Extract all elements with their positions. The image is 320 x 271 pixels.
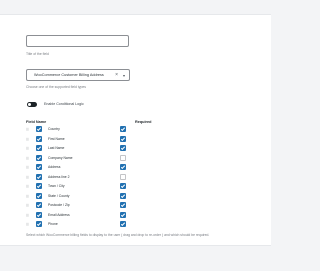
required-column-header: Required [135,120,152,124]
table-row[interactable]: ⠿ Country [26,126,136,133]
billing-fields-hint: Select which WooCommerce billing fields … [26,233,210,237]
field-name-label: Company Name [48,155,73,160]
field-type-selected-value: WooCommerce Customer Billing Address [34,73,104,77]
field-name-label: Town / City [48,184,65,188]
table-row[interactable]: ⠿ Address [26,164,136,171]
clear-icon[interactable]: × [115,72,118,78]
drag-handle-icon[interactable]: ⠿ [26,222,29,227]
field-enabled-checkbox[interactable] [36,192,42,199]
field-enabled-checkbox[interactable] [36,202,42,208]
field-enabled-checkbox[interactable] [36,135,42,142]
field-type-select[interactable]: WooCommerce Customer Billing Address × ▾ [26,69,130,81]
drag-handle-icon[interactable]: ⠿ [26,213,29,218]
drag-handle-icon[interactable]: ⠿ [26,194,29,199]
field-name-label: Address line 2 [48,174,70,179]
field-required-checkbox[interactable] [120,202,126,208]
conditional-logic-toggle[interactable] [27,102,37,107]
field-name-label: Address [48,165,61,169]
field-required-checkbox[interactable] [120,221,126,227]
field-name-label: State / County [48,193,70,198]
field-required-checkbox[interactable] [120,126,126,132]
chevron-down-icon[interactable]: ▾ [123,73,125,78]
field-required-checkbox[interactable] [120,173,126,180]
field-enabled-checkbox[interactable] [36,221,42,227]
drag-handle-icon[interactable]: ⠿ [26,156,29,161]
field-name-label: First Name [48,136,65,141]
field-enabled-checkbox[interactable] [36,173,42,180]
table-row[interactable]: ⠿ Address line 2 [26,173,136,181]
field-required-checkbox[interactable] [120,145,126,151]
field-type-hint: Choose one of the supported field types [26,85,86,89]
field-enabled-checkbox[interactable] [36,154,42,161]
drag-handle-icon[interactable]: ⠿ [26,146,29,151]
field-enabled-checkbox[interactable] [36,145,42,151]
drag-handle-icon[interactable]: ⠿ [26,137,29,142]
drag-handle-icon[interactable]: ⠿ [26,127,29,132]
table-row[interactable]: ⠿ Phone [26,221,136,228]
field-name-column-header: Field Name [26,120,47,124]
field-name-label: Email Address [48,212,70,217]
table-row[interactable]: ⠿ Town / City [26,183,136,190]
field-name-label: Country [48,127,60,131]
table-row[interactable]: ⠿ State / County [26,192,136,200]
table-row[interactable]: ⠿ Last Name [26,145,136,152]
drag-handle-icon[interactable]: ⠿ [26,165,29,170]
field-name-label: Last Name [48,146,65,150]
field-required-checkbox[interactable] [120,135,126,142]
field-required-checkbox[interactable] [120,192,126,199]
field-required-checkbox[interactable] [120,154,126,161]
field-name-label: Phone [48,222,58,226]
field-required-checkbox[interactable] [120,211,126,218]
field-name-label: Postcode / Zip [48,203,70,207]
table-row[interactable]: ⠿ Email Address [26,211,136,219]
field-required-checkbox[interactable] [120,183,126,189]
drag-handle-icon[interactable]: ⠿ [26,184,29,189]
field-title-hint: Title of the field [26,52,49,56]
field-required-checkbox[interactable] [120,164,126,170]
field-enabled-checkbox[interactable] [36,211,42,218]
conditional-logic-label: Enable Conditional Logic [44,102,84,106]
field-title-input[interactable] [26,35,129,47]
field-enabled-checkbox[interactable] [36,183,42,189]
field-enabled-checkbox[interactable] [36,164,42,170]
drag-handle-icon[interactable]: ⠿ [26,203,29,208]
field-enabled-checkbox[interactable] [36,126,42,132]
drag-handle-icon[interactable]: ⠿ [26,175,29,180]
table-row[interactable]: ⠿ Company Name [26,154,136,162]
field-settings-panel: Title of the field WooCommerce Customer … [0,14,271,246]
table-row[interactable]: ⠿ First Name [26,135,136,143]
table-row[interactable]: ⠿ Postcode / Zip [26,202,136,209]
toggle-knob [28,103,31,106]
